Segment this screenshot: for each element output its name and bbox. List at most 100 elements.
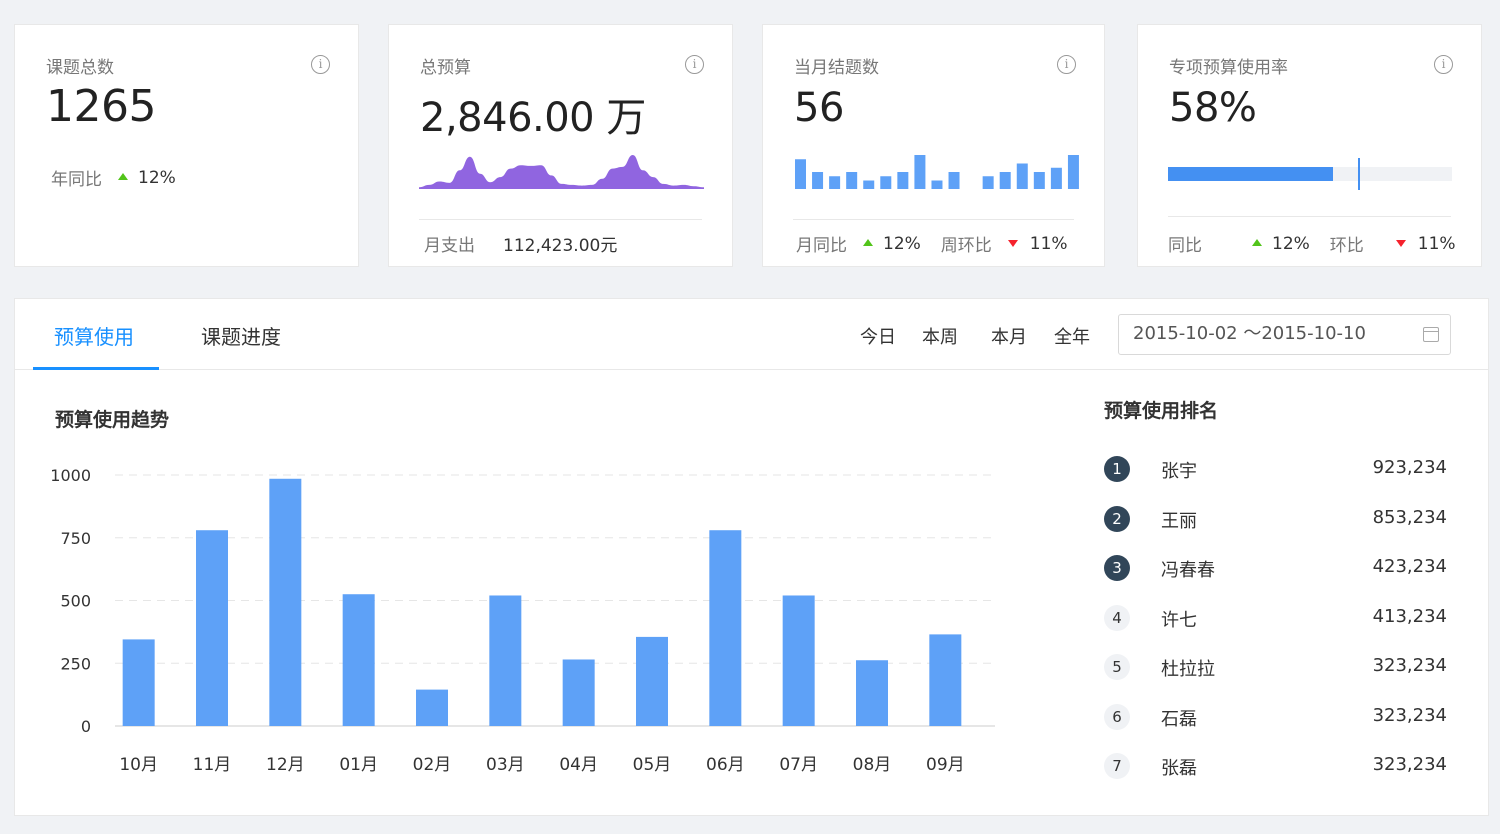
mom-value: 11% <box>1417 233 1456 254</box>
card-title: 当月结题数 <box>794 58 879 78</box>
date-range-picker[interactable]: 2015-10-02 ～2015-10-10 <box>1118 314 1451 355</box>
rank-name: 杜拉拉 <box>1161 659 1215 680</box>
mini-bar <box>863 180 875 189</box>
rank-name: 许七 <box>1161 609 1197 631</box>
ranking-item: 7 张磊 323,234 <box>1104 753 1447 783</box>
range-year[interactable]: 全年 <box>1054 323 1090 349</box>
card-title: 课题总数 <box>46 58 114 78</box>
tab-budget-usage[interactable]: 预算使用 <box>54 321 134 350</box>
mini-bar <box>1050 167 1062 189</box>
mini-bar <box>795 159 806 189</box>
x-tick-label: 07月 <box>779 755 818 775</box>
trend-up-icon <box>1252 239 1262 246</box>
rank-value: 423,234 <box>1372 556 1447 577</box>
mini-bar-chart <box>795 155 1079 189</box>
mom-label: 环比 <box>1329 236 1364 256</box>
bar[interactable] <box>929 634 962 726</box>
progress-fill <box>1168 167 1333 181</box>
bar[interactable] <box>196 530 228 726</box>
wow-label: 周环比 <box>940 236 992 256</box>
card-value: 2,846.00 万 <box>420 95 646 141</box>
bar[interactable] <box>342 594 375 726</box>
trend-down-icon <box>1007 240 1018 247</box>
rank-name: 冯春春 <box>1161 560 1215 581</box>
y-tick-label: 1000 <box>50 466 91 485</box>
rank-number-badge: 3 <box>1104 555 1130 581</box>
bar[interactable] <box>416 689 448 726</box>
mini-bar <box>812 172 824 189</box>
range-month[interactable]: 本月 <box>991 323 1027 349</box>
x-tick-label: 11月 <box>193 755 232 775</box>
card-divider <box>793 219 1074 220</box>
rank-number-badge: 4 <box>1104 604 1130 631</box>
ranking-item: 5 杜拉拉 323,234 <box>1104 654 1447 684</box>
card-value: 56 <box>794 85 844 131</box>
trend-down-icon <box>1395 240 1406 247</box>
bar[interactable] <box>856 660 888 726</box>
rank-number-badge: 5 <box>1104 654 1130 680</box>
info-icon[interactable]: i <box>685 55 704 74</box>
progress-target-marker <box>1358 158 1361 190</box>
mini-bar <box>880 176 892 189</box>
info-icon[interactable]: i <box>1434 55 1453 74</box>
x-tick-label: 01月 <box>339 755 378 775</box>
range-today[interactable]: 今日 <box>860 323 896 349</box>
card-footer: 月同比 12% 周环比 11% <box>796 231 1068 257</box>
bar[interactable] <box>269 478 302 726</box>
rank-value: 323,234 <box>1372 754 1447 775</box>
rank-value: 323,234 <box>1372 704 1447 726</box>
card-value: 1265 <box>46 81 156 132</box>
rank-number-badge: 7 <box>1104 753 1130 779</box>
x-tick-label: 08月 <box>853 755 892 775</box>
budget-panel: 预算使用 课题进度 今日 本周 本月 全年 2015-10-02 ～2015-1… <box>14 298 1489 816</box>
x-tick-label: 02月 <box>413 755 452 775</box>
calendar-icon <box>1423 327 1439 342</box>
date-range-value: 2015-10-02 ～2015-10-10 <box>1133 323 1366 344</box>
wow-value: 11% <box>1029 233 1068 254</box>
bar[interactable] <box>562 659 595 726</box>
ranking-item: 6 石磊 323,234 <box>1104 703 1447 734</box>
tab-topic-progress[interactable]: 课题进度 <box>201 321 281 350</box>
rank-number-badge: 6 <box>1104 703 1130 730</box>
bar[interactable] <box>489 595 522 726</box>
x-tick-label: 06月 <box>706 755 745 775</box>
rank-name: 石磊 <box>1161 708 1197 730</box>
ranking-item: 3 冯春春 423,234 <box>1104 555 1447 585</box>
bar[interactable] <box>122 639 155 726</box>
mini-bar <box>1016 163 1028 189</box>
mini-bar <box>846 172 858 189</box>
mini-bar <box>948 172 960 189</box>
mini-bar <box>1033 172 1045 189</box>
y-tick-label: 500 <box>60 592 91 611</box>
yoy-label: 同比 <box>1168 236 1202 256</box>
range-week[interactable]: 本周 <box>922 323 958 349</box>
card-divider <box>419 219 702 220</box>
info-icon[interactable]: i <box>1057 55 1076 74</box>
mom-value: 12% <box>883 233 921 254</box>
rank-name: 张磊 <box>1161 758 1197 779</box>
bar[interactable] <box>782 595 815 726</box>
card-total-budget: 总预算 i 2,846.00 万 月支出 112,423.00元 <box>388 24 733 267</box>
info-icon[interactable]: i <box>311 55 330 74</box>
rank-value: 413,234 <box>1372 605 1447 627</box>
trend-up-icon <box>863 239 873 246</box>
ranking-item: 4 许七 413,234 <box>1104 604 1447 635</box>
chart-title: 预算使用趋势 <box>55 409 170 431</box>
mini-bar <box>829 176 841 189</box>
x-tick-label: 03月 <box>486 755 525 775</box>
x-tick-label: 09月 <box>926 755 965 775</box>
progress-track <box>1168 158 1452 190</box>
bar[interactable] <box>636 636 668 726</box>
card-footer: 同比 12% 环比 11% <box>1168 231 1456 257</box>
ranking-item: 1 张宇 923,234 <box>1104 456 1447 486</box>
budget-area-chart <box>419 155 704 189</box>
rank-name: 张宇 <box>1161 461 1197 482</box>
card-title: 专项预算使用率 <box>1169 58 1288 78</box>
trend-up-icon <box>118 173 128 180</box>
active-tab-indicator <box>33 367 159 370</box>
card-value: 58% <box>1169 85 1257 131</box>
card-budget-usage-rate: 专项预算使用率 i 58% 同比 12% 环比 11% <box>1137 24 1482 267</box>
bar[interactable] <box>709 530 742 726</box>
tab-bar: 预算使用 课题进度 今日 本周 本月 全年 2015-10-02 ～2015-1… <box>15 299 1488 370</box>
mom-label: 月同比 <box>796 236 847 256</box>
